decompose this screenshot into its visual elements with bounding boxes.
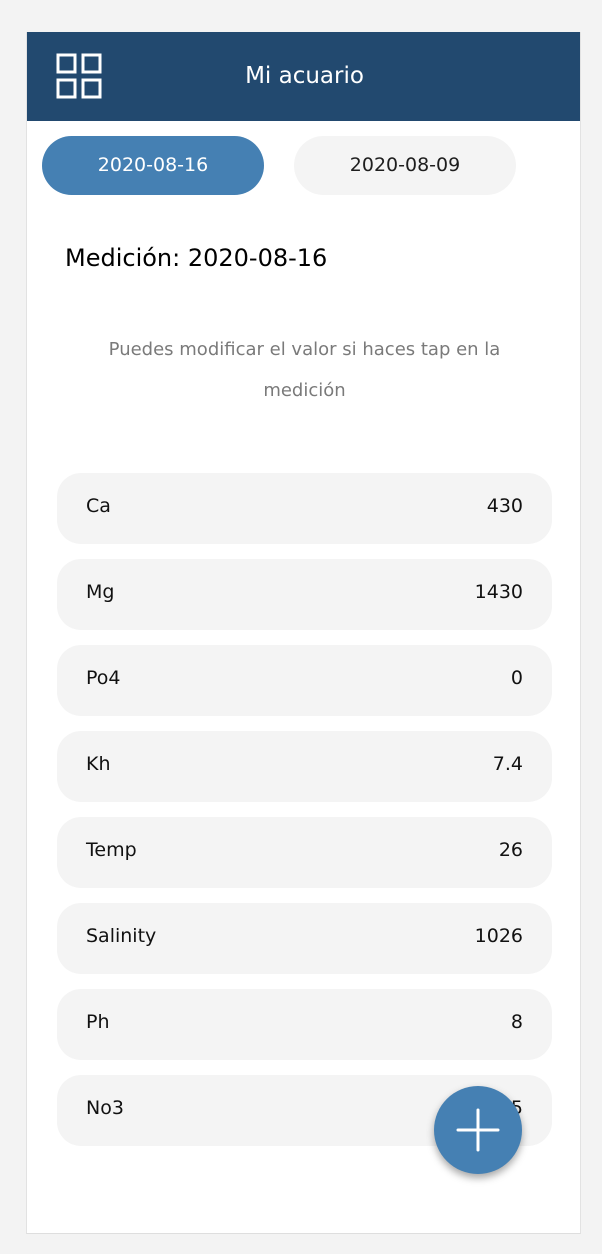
parameter-row-kh[interactable]: Kh 7.4 [57,731,552,802]
parameter-row-ca[interactable]: Ca 430 [57,473,552,544]
parameter-value: 1430 [474,581,523,603]
hint-text: Puedes modificar el valor si haces tap e… [108,339,501,401]
parameter-label: No3 [86,1097,124,1119]
parameter-row-po4[interactable]: Po4 0 [57,645,552,716]
parameter-value: 7.4 [492,753,523,775]
parameter-row-temp[interactable]: Temp 26 [57,817,552,888]
parameter-label: Mg [86,581,115,603]
parameter-row-ph[interactable]: Ph 8 [57,989,552,1060]
add-measurement-button[interactable] [434,1086,522,1174]
parameter-row-mg[interactable]: Mg 1430 [57,559,552,630]
app-screen: Mi acuario 2020-08-16 2020-08-09 Medició… [26,32,581,1234]
plus-icon [456,1108,500,1152]
parameter-label: Salinity [86,925,157,947]
parameter-list: Ca 430 Mg 1430 Po4 0 Kh 7.4 Temp 26 Sali… [57,473,552,1161]
parameter-value: 430 [486,495,523,517]
parameter-label: Ca [86,495,111,517]
parameter-value: 26 [498,839,523,861]
date-tab-2020-08-16[interactable]: 2020-08-16 [42,136,264,195]
parameter-value: 0 [510,667,523,689]
app-header: Mi acuario [27,32,580,121]
parameter-row-salinity[interactable]: Salinity 1026 [57,903,552,974]
parameter-label: Kh [86,753,111,775]
parameter-label: Temp [86,839,137,861]
page-title: Mi acuario [245,63,364,89]
parameter-label: Po4 [86,667,121,689]
parameter-value: 8 [510,1011,523,1033]
menu-button[interactable] [56,53,102,99]
parameter-value: 1026 [474,925,523,947]
grid-icon [56,53,102,99]
measurement-title: Medición: 2020-08-16 [65,244,328,272]
parameter-label: Ph [86,1011,110,1033]
date-tab-2020-08-09[interactable]: 2020-08-09 [294,136,516,195]
